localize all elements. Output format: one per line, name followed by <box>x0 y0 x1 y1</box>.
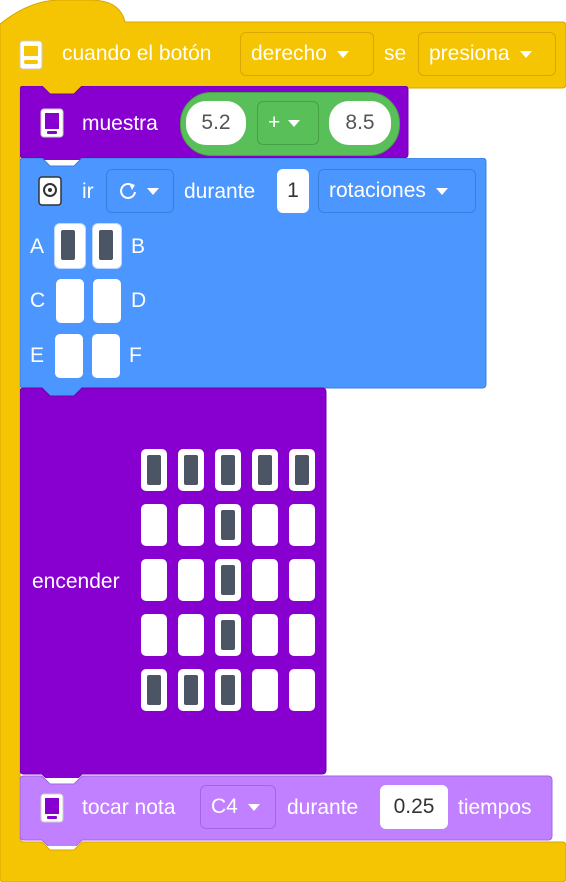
port-label-d: D <box>131 289 147 312</box>
sound-label: tocar nota <box>82 796 176 819</box>
led-cell[interactable] <box>178 669 204 711</box>
event-label-se: se <box>384 42 407 65</box>
led-cell[interactable] <box>289 559 315 601</box>
led-cell[interactable] <box>178 614 204 656</box>
port-label-c: C <box>30 289 46 312</box>
operator-dropdown[interactable]: + <box>257 101 319 145</box>
port-label-b: B <box>131 235 146 258</box>
port-e-toggle[interactable] <box>55 334 83 378</box>
chevron-down-icon <box>435 187 448 195</box>
led-cell[interactable] <box>215 504 241 546</box>
unit-dropdown-value: rotaciones <box>329 179 426 202</box>
led-cell[interactable] <box>141 504 167 546</box>
led-cell[interactable] <box>252 504 278 546</box>
direction-dropdown[interactable] <box>106 169 174 213</box>
chevron-down-icon <box>247 803 260 811</box>
led-cell[interactable] <box>178 449 204 491</box>
led-cell[interactable] <box>289 449 315 491</box>
button-dropdown-value: derecho <box>251 42 327 65</box>
led-cell[interactable] <box>252 614 278 656</box>
rotation-amount-input[interactable]: 1 <box>277 169 309 213</box>
led-cell[interactable] <box>252 559 278 601</box>
duration-input[interactable]: 0.25 <box>380 785 448 829</box>
led-cell[interactable] <box>178 559 204 601</box>
led-cell[interactable] <box>252 669 278 711</box>
led-cell[interactable] <box>141 669 167 711</box>
led-cell[interactable] <box>252 449 278 491</box>
led-cell[interactable] <box>215 614 241 656</box>
led-cell[interactable] <box>289 669 315 711</box>
port-f-toggle[interactable] <box>92 334 120 378</box>
port-label-f: F <box>129 344 142 367</box>
hub-icon <box>19 40 43 70</box>
action-dropdown-value: presiona <box>429 42 510 65</box>
chevron-down-icon <box>288 119 301 127</box>
chevron-down-icon <box>519 50 532 58</box>
left-operand-input[interactable]: 5.2 <box>186 101 246 145</box>
unit-dropdown[interactable]: rotaciones <box>318 169 476 213</box>
light-matrix-icon <box>40 108 64 138</box>
led-cell[interactable] <box>141 614 167 656</box>
led-cell[interactable] <box>141 559 167 601</box>
led-cell[interactable] <box>141 449 167 491</box>
led-cell[interactable] <box>289 614 315 656</box>
clockwise-icon <box>120 183 136 199</box>
port-label-a: A <box>30 235 45 258</box>
led-cell[interactable] <box>289 504 315 546</box>
led-cell[interactable] <box>215 669 241 711</box>
chevron-down-icon <box>336 50 349 58</box>
chevron-down-icon <box>147 187 159 195</box>
port-b-toggle[interactable] <box>93 224 121 268</box>
sound-label-for: durante <box>287 796 359 819</box>
show-label: muestra <box>82 112 158 135</box>
speaker-icon <box>40 793 64 823</box>
light-label: encender <box>32 570 120 593</box>
right-operand-input[interactable]: 8.5 <box>329 101 391 145</box>
led-cell[interactable] <box>178 504 204 546</box>
event-label-when: cuando el botón <box>62 42 212 65</box>
sound-label-beats: tiempos <box>458 796 532 819</box>
port-d-toggle[interactable] <box>93 279 121 323</box>
operator-dropdown-value: + <box>268 111 281 134</box>
button-dropdown[interactable]: derecho <box>240 32 374 76</box>
motor-label-go: ir <box>82 180 94 203</box>
port-a-toggle[interactable] <box>55 224 85 268</box>
port-label-e: E <box>30 344 45 367</box>
led-cell[interactable] <box>215 449 241 491</box>
motor-label-for: durante <box>184 180 256 203</box>
led-cell[interactable] <box>215 559 241 601</box>
action-dropdown[interactable]: presiona <box>418 32 556 76</box>
motor-icon <box>38 176 62 206</box>
port-c-toggle[interactable] <box>56 279 84 323</box>
note-dropdown-value: C4 <box>211 795 238 818</box>
note-dropdown[interactable]: C4 <box>200 785 276 829</box>
